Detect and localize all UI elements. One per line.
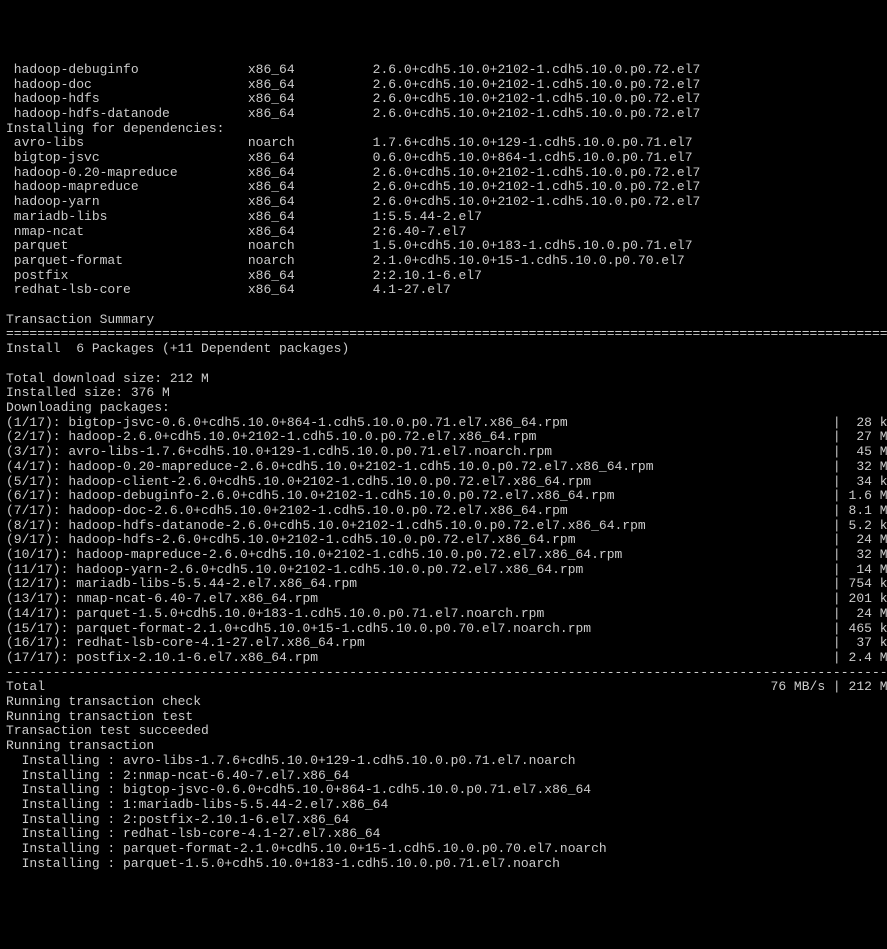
terminal-output: hadoop-debuginfo x86_64 2.6.0+cdh5.10.0+… xyxy=(6,63,881,872)
